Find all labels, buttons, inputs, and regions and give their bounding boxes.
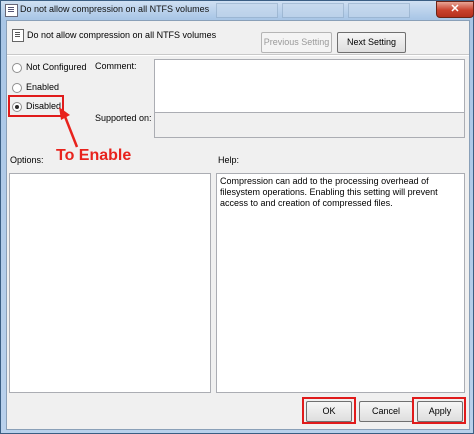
dialog-window: Do not allow compression on all NTFS vol… <box>0 0 474 434</box>
background-taskbar <box>216 3 416 18</box>
annotation-text: To Enable <box>56 147 132 164</box>
help-text: Compression can add to the processing ov… <box>220 176 438 208</box>
previous-setting-button[interactable]: Previous Setting <box>261 32 332 53</box>
options-label: Options: <box>10 155 44 165</box>
supported-on-field <box>154 112 465 138</box>
policy-document-icon <box>5 4 18 17</box>
window-title: Do not allow compression on all NTFS vol… <box>20 4 210 14</box>
options-pane <box>9 173 211 393</box>
dialog-body: Do not allow compression on all NTFS vol… <box>6 20 470 430</box>
cancel-button[interactable]: Cancel <box>359 401 413 422</box>
highlight-box-ok <box>302 397 356 424</box>
title-bar[interactable]: Do not allow compression on all NTFS vol… <box>1 1 474 19</box>
highlight-box-apply <box>412 397 466 424</box>
help-label: Help: <box>218 155 240 165</box>
next-setting-button[interactable]: Next Setting <box>337 32 406 53</box>
close-button[interactable]: ✕ <box>436 1 474 18</box>
close-icon: ✕ <box>450 3 460 15</box>
help-pane: Compression can add to the processing ov… <box>216 173 465 393</box>
